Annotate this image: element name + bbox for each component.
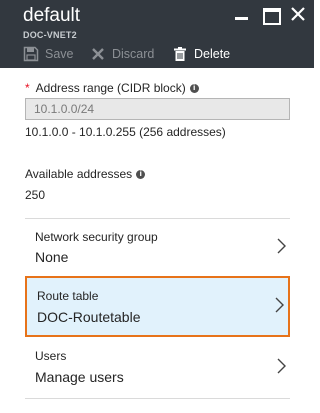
discard-button[interactable]: Discard xyxy=(90,45,154,63)
divider xyxy=(25,398,290,399)
address-range-label-row: * Address range (CIDR block) i xyxy=(25,81,199,95)
maximize-icon[interactable] xyxy=(262,6,281,25)
chevron-right-icon xyxy=(272,296,286,314)
available-addresses-label: Available addresses xyxy=(25,167,133,181)
available-addresses-value: 250 xyxy=(25,188,46,202)
info-icon[interactable]: i xyxy=(136,169,146,179)
delete-label: Delete xyxy=(194,47,231,61)
row-value: None xyxy=(35,249,69,265)
save-button[interactable]: Save xyxy=(23,45,74,63)
available-addresses-label-row: Available addresses i xyxy=(25,167,146,181)
save-icon xyxy=(23,46,39,62)
row-users[interactable]: Users Manage users xyxy=(25,340,290,398)
chevron-right-icon xyxy=(274,237,288,255)
blade-title: default xyxy=(23,5,81,26)
address-range-label: Address range (CIDR block) xyxy=(35,81,186,95)
trash-icon xyxy=(172,46,188,62)
address-range-text: 10.1.0.0 - 10.1.0.255 (256 addresses) xyxy=(25,125,226,139)
blade-content: * Address range (CIDR block) i 10.1.0.0 … xyxy=(0,68,314,413)
minimize-icon[interactable] xyxy=(234,6,250,22)
save-label: Save xyxy=(45,47,74,61)
close-icon[interactable] xyxy=(290,6,306,22)
required-marker: * xyxy=(25,81,30,95)
address-range-input[interactable] xyxy=(25,98,290,120)
discard-label: Discard xyxy=(112,47,155,61)
row-network-security-group[interactable]: Network security group None xyxy=(25,218,290,276)
blade-subtitle: DOC-VNET2 xyxy=(23,30,77,40)
delete-button[interactable]: Delete xyxy=(172,45,230,63)
row-value: Manage users xyxy=(35,369,124,385)
row-label: Users xyxy=(35,349,67,363)
discard-icon xyxy=(90,46,106,62)
blade-header: default DOC-VNET2 Save Discard Delete xyxy=(0,0,314,68)
row-label: Route table xyxy=(37,289,99,303)
row-value: DOC-Routetable xyxy=(37,309,141,325)
row-route-table[interactable]: Route table DOC-Routetable xyxy=(25,276,290,337)
row-label: Network security group xyxy=(35,230,158,244)
chevron-right-icon xyxy=(274,357,288,375)
info-icon[interactable]: i xyxy=(189,83,199,93)
